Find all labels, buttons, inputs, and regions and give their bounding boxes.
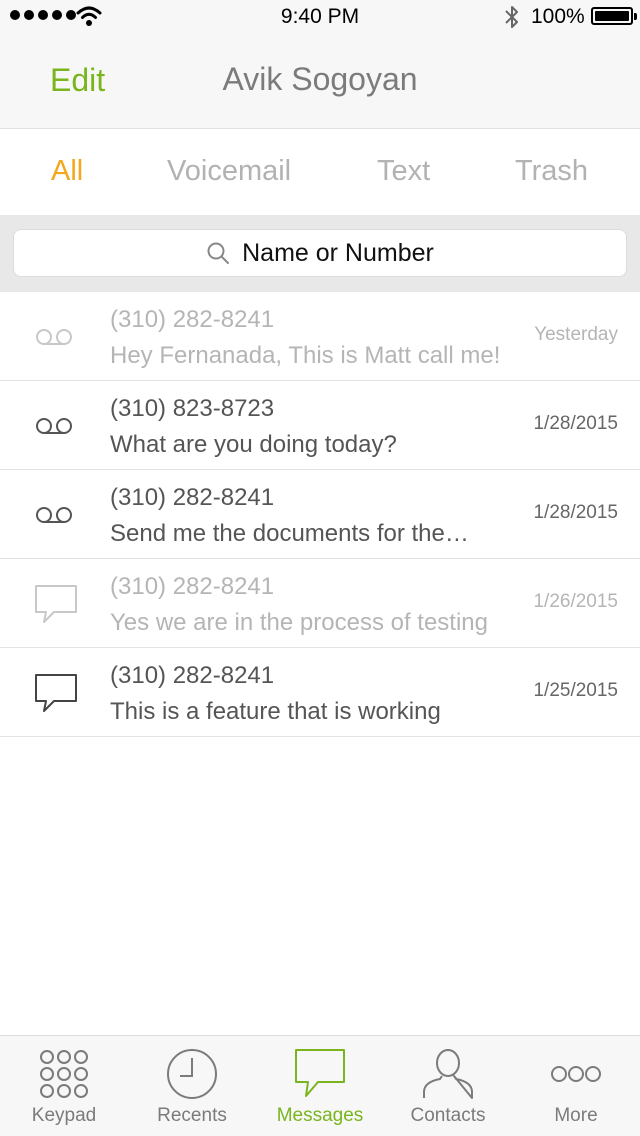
message-preview: Yes we are in the process of testing [110, 609, 488, 636]
tab-more[interactable]: More [512, 1036, 640, 1136]
phone-number: (310) 282-8241 [110, 662, 275, 689]
search-bar-container: Name or Number [0, 215, 640, 292]
tab-label: Messages [276, 1105, 364, 1126]
list-item[interactable]: (310) 282-8241 Yes we are in the process… [0, 559, 640, 648]
tab-contacts[interactable]: Contacts [384, 1036, 512, 1136]
search-icon [207, 242, 230, 264]
filter-tabs: All Voicemail Text Trash [0, 129, 640, 215]
message-date: 1/25/2015 [533, 680, 618, 701]
more-dots-icon [551, 1065, 601, 1082]
tab-label: Keypad [31, 1105, 97, 1126]
message-preview: This is a feature that is working [110, 698, 441, 725]
tab-label: Recents [157, 1105, 227, 1126]
page-title: Avik Sogoyan [222, 61, 418, 97]
message-date: 1/28/2015 [533, 502, 618, 523]
message-date: 1/26/2015 [533, 591, 618, 612]
tab-trash[interactable]: Trash [515, 155, 588, 188]
list-item[interactable]: (310) 282-8241 Hey Fernanada, This is Ma… [0, 292, 640, 381]
tab-keypad[interactable]: Keypad [0, 1036, 128, 1136]
voicemail-icon [36, 417, 72, 434]
list-item[interactable]: (310) 282-8241 Send me the documents for… [0, 470, 640, 559]
message-bubble-icon [295, 1048, 345, 1097]
list-item[interactable]: (310) 823-8723 What are you doing today?… [0, 381, 640, 470]
message-preview: Send me the documents for the… [110, 520, 469, 547]
tab-text[interactable]: Text [377, 155, 430, 188]
battery-percentage: 100% [531, 5, 585, 28]
message-preview: What are you doing today? [110, 431, 397, 458]
tab-label: Contacts [410, 1105, 486, 1126]
phone-number: (310) 823-8723 [110, 395, 275, 422]
person-icon [423, 1048, 473, 1099]
tab-bar: Keypad Recents Messages Contacts More [0, 1035, 640, 1136]
tab-recents[interactable]: Recents [128, 1036, 256, 1136]
search-input[interactable]: Name or Number [13, 229, 627, 277]
message-date: 1/28/2015 [533, 413, 618, 434]
voicemail-icon [36, 328, 72, 345]
message-preview: Hey Fernanada, This is Matt call me! [110, 342, 501, 369]
clock-icon [167, 1048, 217, 1099]
chat-bubble-icon [35, 584, 77, 623]
phone-number: (310) 282-8241 [110, 306, 275, 333]
message-date: Yesterday [534, 324, 618, 345]
phone-number: (310) 282-8241 [110, 573, 275, 600]
bluetooth-icon [505, 6, 518, 28]
battery-icon [591, 7, 637, 25]
tab-label: More [554, 1105, 598, 1126]
chat-bubble-icon [35, 673, 77, 712]
list-item[interactable]: (310) 282-8241 This is a feature that is… [0, 648, 640, 737]
keypad-icon [40, 1049, 88, 1098]
tab-voicemail[interactable]: Voicemail [167, 155, 291, 188]
phone-number: (310) 282-8241 [110, 484, 275, 511]
status-bar: 9:40 PM 100% [0, 0, 640, 34]
voicemail-icon [36, 506, 72, 523]
message-list: (310) 282-8241 Hey Fernanada, This is Ma… [0, 292, 640, 737]
navigation-bar: Edit Avik Sogoyan [0, 34, 640, 129]
tab-all[interactable]: All [51, 155, 83, 188]
tab-messages[interactable]: Messages [256, 1036, 384, 1136]
search-placeholder: Name or Number [242, 238, 434, 267]
